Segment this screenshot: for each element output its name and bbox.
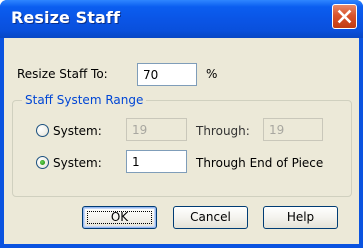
resize-staff-label: Resize Staff To:: [17, 67, 108, 81]
ok-button[interactable]: OK: [82, 206, 157, 229]
through-label: Through:: [196, 124, 250, 138]
dialog-body: Resize Staff To: 70 % Staff System Range…: [4, 38, 359, 244]
title-bar[interactable]: Resize Staff: [0, 0, 363, 38]
cancel-button[interactable]: Cancel: [173, 206, 248, 229]
system-range-radio-label[interactable]: System:: [53, 124, 102, 138]
resize-staff-dialog: Resize Staff Resize Staff To: 70 % Staff…: [0, 0, 363, 248]
system-from-input[interactable]: 19: [126, 118, 187, 141]
close-icon: [337, 9, 352, 24]
radio-selected-dot: [40, 160, 45, 165]
resize-percent-input[interactable]: 70: [137, 63, 197, 86]
system-range-radio[interactable]: [36, 124, 49, 137]
staff-system-range-title: Staff System Range: [22, 93, 147, 107]
through-end-of-piece-label: Through End of Piece: [196, 156, 324, 170]
cancel-button-label: Cancel: [190, 210, 231, 224]
close-button[interactable]: [332, 4, 357, 29]
staff-system-range-group: [12, 100, 352, 197]
percent-unit-label: %: [206, 67, 218, 81]
ok-button-label: OK: [110, 210, 129, 224]
system-to-end-radio[interactable]: [36, 156, 49, 169]
system-to-end-radio-label[interactable]: System:: [53, 156, 102, 170]
help-button-label: Help: [286, 210, 315, 224]
system-start-input[interactable]: 1: [126, 150, 187, 173]
dialog-title: Resize Staff: [11, 8, 121, 27]
system-through-input[interactable]: 19: [263, 118, 323, 141]
help-button[interactable]: Help: [263, 206, 338, 229]
